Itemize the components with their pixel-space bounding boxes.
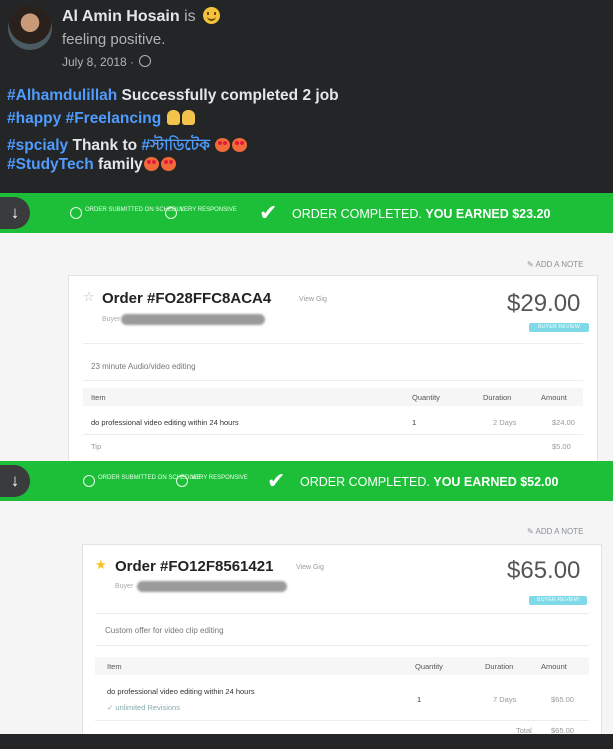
post-line-2: #happy #Freelancing — [7, 110, 196, 128]
heart-eyes-icon — [143, 157, 159, 171]
total-label-cell: Total — [516, 726, 532, 734]
order-completed-banner: ↓ ORDER SUBMITTED ON SCHEDULE VERY RESPO… — [0, 193, 613, 233]
status-badge: BUYER REVIEW — [529, 596, 587, 605]
duration-cell: 2 Days — [493, 418, 517, 427]
column-header-item: Item — [91, 393, 106, 402]
tip-amount-cell: $5.00 — [552, 442, 571, 451]
add-note-link[interactable]: ✎ ADD A NOTE — [527, 527, 584, 536]
folded-hands-icon — [166, 110, 180, 125]
hashtag[interactable]: #spcialy — [7, 137, 68, 154]
divider — [95, 720, 589, 721]
checkmark-icon: ✔ — [267, 468, 286, 493]
duration-cell: 7 Days — [493, 695, 517, 704]
checkmark-icon: ✔ — [259, 200, 278, 225]
facebook-post: Al Amin Hosain is feeling positive. July… — [0, 0, 613, 193]
table-header: Item Quantity Duration Amount — [83, 388, 583, 406]
download-arrow-icon[interactable]: ↓ — [0, 197, 30, 229]
divider — [83, 380, 583, 381]
responsive-badge: VERY RESPONSIVE — [165, 207, 240, 220]
column-header-item: Item — [107, 662, 122, 671]
column-header-quantity: Quantity — [415, 662, 443, 671]
post-date-text[interactable]: July 8, 2018 · — [62, 55, 134, 69]
banner-message: ORDER COMPLETED. YOU EARNED $23.20 — [292, 207, 550, 221]
tip-cell: Tip — [91, 442, 102, 451]
author-avatar[interactable] — [8, 6, 52, 50]
banner-earned: YOU EARNED $23.20 — [425, 207, 551, 221]
add-note-link[interactable]: ✎ ADD A NOTE — [527, 260, 584, 269]
divider — [95, 613, 589, 614]
post-date: July 8, 2018 · — [62, 55, 152, 69]
add-note-label: ADD A NOTE — [535, 260, 584, 269]
order-card: ★ Order #FO12F8561421 View Gig Buyer $65… — [82, 544, 602, 734]
post-author: Al Amin Hosain is — [62, 7, 221, 26]
post-text: Successfully completed 2 job — [117, 87, 339, 104]
order-number: Order #FO28FFC8ACA4 — [102, 290, 272, 307]
buyer-label: Buyer — [115, 583, 134, 590]
order-total-amount: $65.00 — [507, 557, 581, 584]
heart-eyes-icon — [232, 138, 248, 152]
view-gig-link[interactable]: View Gig — [299, 296, 327, 303]
item-cell: do professional video editing within 24 … — [91, 418, 239, 427]
order-card: ☆ Order #FO28FFC8ACA4 View Gig Buyer $29… — [68, 275, 598, 461]
feeling-text: feeling positive. — [62, 31, 166, 48]
order-completed-banner: ↓ ORDER SUBMITTED ON SCHEDULE VERY RESPO… — [0, 461, 613, 501]
author-name[interactable]: Al Amin Hosain — [62, 8, 180, 25]
blurred-buyer-name — [137, 581, 287, 592]
heart-eyes-icon — [160, 157, 176, 171]
order-number: Order #FO12F8561421 — [115, 558, 274, 575]
total-amount-cell: $65.00 — [551, 726, 574, 734]
bottom-bar — [0, 734, 613, 749]
divider — [95, 645, 589, 646]
on-schedule-badge: ORDER SUBMITTED ON SCHEDULE — [70, 207, 188, 220]
table-header: Item Quantity Duration Amount — [95, 657, 589, 675]
is-word: is — [184, 8, 196, 25]
buyer-label: Buyer — [102, 316, 121, 323]
order-total-amount: $29.00 — [507, 290, 581, 317]
post-line-1: #Alhamdulillah Successfully completed 2 … — [7, 87, 339, 105]
order-screenshot-1: ↓ ORDER SUBMITTED ON SCHEDULE VERY RESPO… — [0, 193, 613, 461]
quantity-cell: 1 — [412, 418, 417, 427]
post-line-4: #StudyTech family — [7, 156, 177, 174]
banner-earned: YOU EARNED $52.00 — [433, 475, 559, 489]
banner-main: ORDER COMPLETED. — [300, 475, 430, 489]
amount-cell: $65.00 — [551, 695, 574, 704]
view-gig-link[interactable]: View Gig — [296, 564, 324, 571]
responsive-badge: VERY RESPONSIVE — [176, 475, 251, 488]
divider — [83, 434, 583, 435]
hashtag[interactable]: #স্টাডিটেক — [141, 137, 210, 154]
order-description: 23 minute Audio/video editing — [91, 362, 196, 371]
column-header-duration: Duration — [483, 393, 512, 402]
revisions-cell: ✓ unlimited Revisions — [107, 703, 180, 712]
post-text: family — [93, 156, 143, 173]
amount-cell: $24.00 — [552, 418, 575, 427]
add-note-label: ADD A NOTE — [535, 527, 584, 536]
on-schedule-badge: ORDER SUBMITTED ON SCHEDULE — [83, 475, 201, 488]
globe-icon — [139, 55, 152, 67]
download-arrow-icon[interactable]: ↓ — [0, 465, 30, 497]
hashtag[interactable]: #Alhamdulillah — [7, 87, 117, 104]
hashtag[interactable]: #StudyTech — [7, 156, 94, 173]
order-screenshot-2: ↓ ORDER SUBMITTED ON SCHEDULE VERY RESPO… — [0, 461, 613, 734]
column-header-amount: Amount — [541, 393, 567, 402]
quantity-cell: 1 — [417, 695, 422, 704]
heart-eyes-icon — [215, 138, 231, 152]
hashtag[interactable]: #happy #Freelancing — [7, 110, 161, 127]
status-badge: BUYER REVIEW — [529, 323, 589, 332]
smiling-face-icon — [203, 7, 221, 24]
star-filled-icon[interactable]: ★ — [95, 557, 107, 573]
column-header-amount: Amount — [541, 662, 567, 671]
banner-main: ORDER COMPLETED. — [292, 207, 422, 221]
blurred-buyer-name — [121, 314, 265, 325]
divider — [83, 343, 583, 344]
item-cell: do professional video editing within 24 … — [107, 687, 255, 696]
star-outline-icon[interactable]: ☆ — [83, 289, 95, 305]
order-description: Custom offer for video clip editing — [105, 626, 224, 635]
post-text: Thank to — [68, 137, 142, 154]
folded-hands-icon — [181, 110, 195, 125]
column-header-quantity: Quantity — [412, 393, 440, 402]
column-header-duration: Duration — [485, 662, 514, 671]
banner-message: ORDER COMPLETED. YOU EARNED $52.00 — [300, 475, 558, 489]
